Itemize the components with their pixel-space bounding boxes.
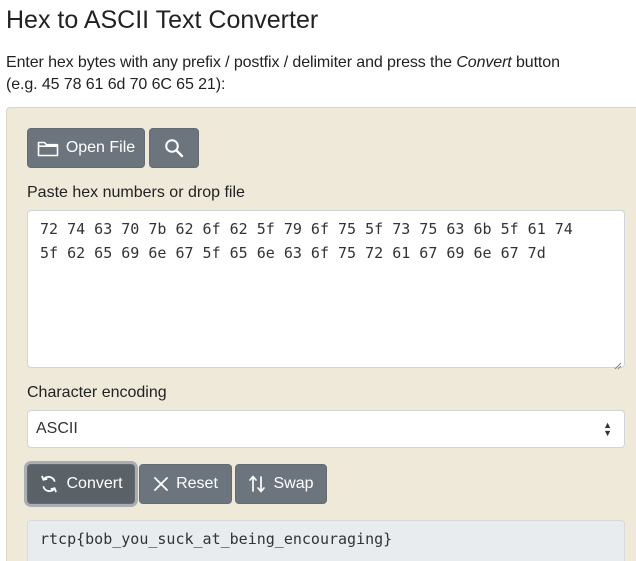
encoding-label: Character encoding bbox=[27, 384, 167, 401]
close-icon bbox=[153, 476, 169, 492]
convert-button[interactable]: Convert bbox=[27, 464, 135, 504]
open-file-button[interactable]: Open File bbox=[27, 128, 145, 168]
intro-text-emphasis: Convert bbox=[456, 54, 512, 71]
reset-button[interactable]: Reset bbox=[139, 464, 232, 504]
folder-icon bbox=[37, 139, 59, 157]
intro-text: Enter hex bytes with any prefix / postfi… bbox=[6, 52, 560, 96]
convert-label: Convert bbox=[66, 475, 123, 492]
swap-label: Swap bbox=[273, 475, 314, 492]
search-button[interactable] bbox=[149, 128, 199, 168]
resize-grip-icon[interactable] bbox=[614, 357, 622, 370]
hex-input-label: Paste hex numbers or drop file bbox=[27, 184, 245, 201]
intro-example: (e.g. 45 78 61 6d 70 6C 65 21): bbox=[6, 76, 226, 93]
hex-input[interactable]: 72 74 63 70 7b 62 6f 62 5f 79 6f 75 5f 7… bbox=[27, 210, 625, 368]
ascii-output[interactable]: rtcp{bob_you_suck_at_being_encouraging} bbox=[27, 520, 625, 561]
intro-text-end: button bbox=[511, 54, 560, 71]
reset-label: Reset bbox=[176, 475, 218, 492]
swap-arrows-icon bbox=[248, 474, 266, 494]
refresh-icon bbox=[39, 474, 59, 494]
encoding-selected-value: ASCII bbox=[36, 420, 78, 437]
intro-text-start: Enter hex bytes with any prefix / postfi… bbox=[6, 54, 457, 71]
page-title: Hex to ASCII Text Converter bbox=[6, 6, 319, 34]
encoding-select[interactable]: ASCII ▲ ▼ bbox=[27, 410, 625, 448]
open-file-label: Open File bbox=[65, 139, 136, 156]
swap-button[interactable]: Swap bbox=[235, 464, 327, 504]
page: Hex to ASCII Text Converter Enter hex by… bbox=[0, 0, 636, 561]
select-arrows-icon: ▲ ▼ bbox=[603, 420, 612, 438]
search-icon bbox=[164, 138, 184, 158]
